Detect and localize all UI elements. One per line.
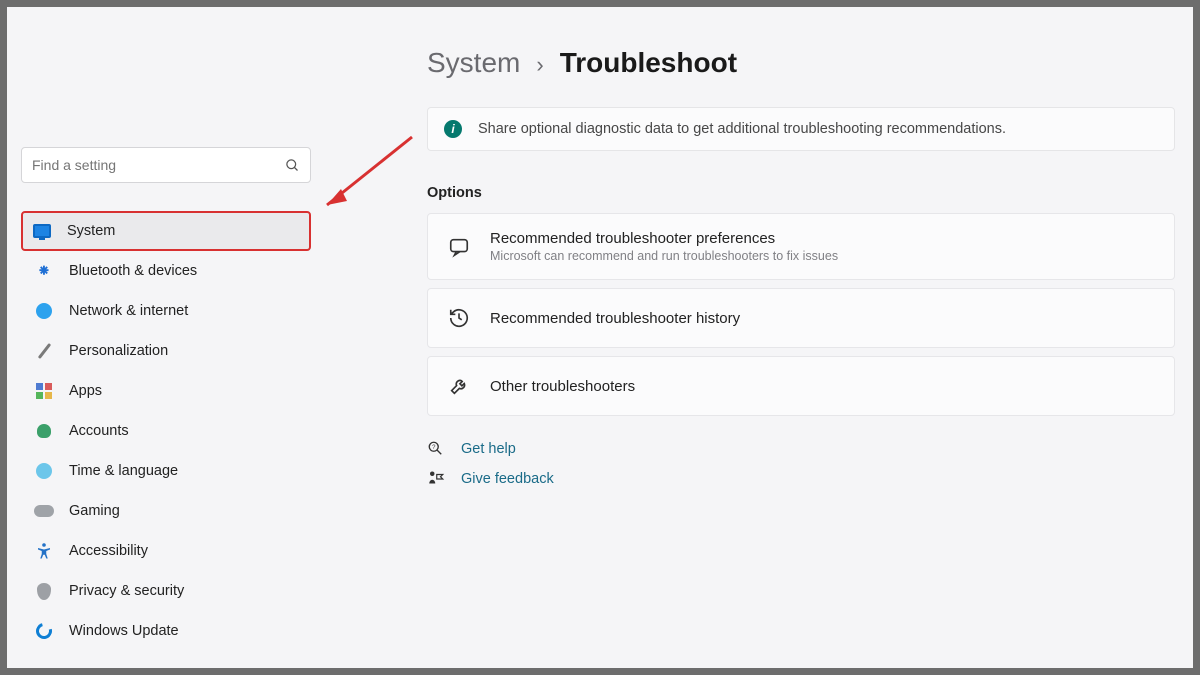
card-recommended-preferences[interactable]: Recommended troubleshooter preferences M… [427,213,1175,280]
feedback-icon [427,470,447,488]
sidebar-item-label: Network & internet [69,303,188,319]
section-label: Options [427,185,1175,201]
annotation-arrow [307,127,427,232]
monitor-icon [31,220,53,242]
card-other-troubleshooters[interactable]: Other troubleshooters [427,356,1175,416]
chevron-right-icon: › [536,52,543,78]
apps-icon [33,380,55,402]
card-subtitle: Microsoft can recommend and run troubles… [490,249,1156,263]
sidebar-item-system[interactable]: System [21,211,311,251]
wifi-icon [33,300,55,322]
card-body: Recommended troubleshooter preferences M… [490,230,1156,263]
sidebar-item-accounts[interactable]: Accounts [21,411,311,451]
sidebar-item-windows-update[interactable]: Windows Update [21,611,311,651]
sidebar-item-personalization[interactable]: Personalization [21,331,311,371]
wrench-icon [446,373,472,399]
help-link-label: Give feedback [461,471,554,487]
history-icon [446,305,472,331]
sidebar-item-label: Personalization [69,343,168,359]
settings-window: System ⁕ Bluetooth & devices Network & i… [7,7,1193,668]
sidebar-item-accessibility[interactable]: Accessibility [21,531,311,571]
svg-text:?: ? [432,445,436,451]
link-give-feedback[interactable]: Give feedback [427,470,1175,488]
help-icon: ? [427,440,447,458]
card-body: Recommended troubleshooter history [490,310,1156,327]
sidebar-item-label: Time & language [69,463,178,479]
search-input[interactable] [32,157,285,173]
main-content: System › Troubleshoot i Share optional d… [427,47,1193,500]
sidebar-item-time-language[interactable]: Time & language [21,451,311,491]
banner-text: Share optional diagnostic data to get ad… [478,121,1006,137]
sidebar-item-label: Apps [69,383,102,399]
sidebar-item-label: System [67,223,115,239]
accessibility-icon [33,540,55,562]
card-recommended-history[interactable]: Recommended troubleshooter history [427,288,1175,348]
globe-clock-icon [33,460,55,482]
breadcrumb-parent[interactable]: System [427,47,520,79]
brush-icon [33,340,55,362]
info-icon: i [444,120,462,138]
sidebar-item-label: Accounts [69,423,129,439]
sidebar-item-apps[interactable]: Apps [21,371,311,411]
sidebar-item-gaming[interactable]: Gaming [21,491,311,531]
sidebar: System ⁕ Bluetooth & devices Network & i… [21,147,311,651]
link-get-help[interactable]: ? Get help [427,440,1175,458]
info-banner[interactable]: i Share optional diagnostic data to get … [427,107,1175,151]
sidebar-nav: System ⁕ Bluetooth & devices Network & i… [21,211,311,651]
sidebar-item-privacy[interactable]: Privacy & security [21,571,311,611]
breadcrumb: System › Troubleshoot [427,47,1175,79]
chat-icon [446,234,472,260]
person-icon [33,420,55,442]
sidebar-item-bluetooth[interactable]: ⁕ Bluetooth & devices [21,251,311,291]
help-links: ? Get help Give feedback [427,440,1175,488]
sidebar-item-network[interactable]: Network & internet [21,291,311,331]
card-title: Recommended troubleshooter history [490,310,1156,327]
sidebar-item-label: Gaming [69,503,120,519]
sidebar-item-label: Accessibility [69,543,148,559]
card-title: Recommended troubleshooter preferences [490,230,1156,247]
page-title: Troubleshoot [560,47,737,79]
help-link-label: Get help [461,441,516,457]
search-box[interactable] [21,147,311,183]
shield-icon [33,580,55,602]
gamepad-icon [33,500,55,522]
card-body: Other troubleshooters [490,378,1156,395]
sidebar-item-label: Windows Update [69,623,179,639]
sidebar-item-label: Privacy & security [69,583,184,599]
bluetooth-icon: ⁕ [33,260,55,282]
update-icon [33,620,55,642]
card-title: Other troubleshooters [490,378,1156,395]
search-icon [285,158,300,173]
sidebar-item-label: Bluetooth & devices [69,263,197,279]
